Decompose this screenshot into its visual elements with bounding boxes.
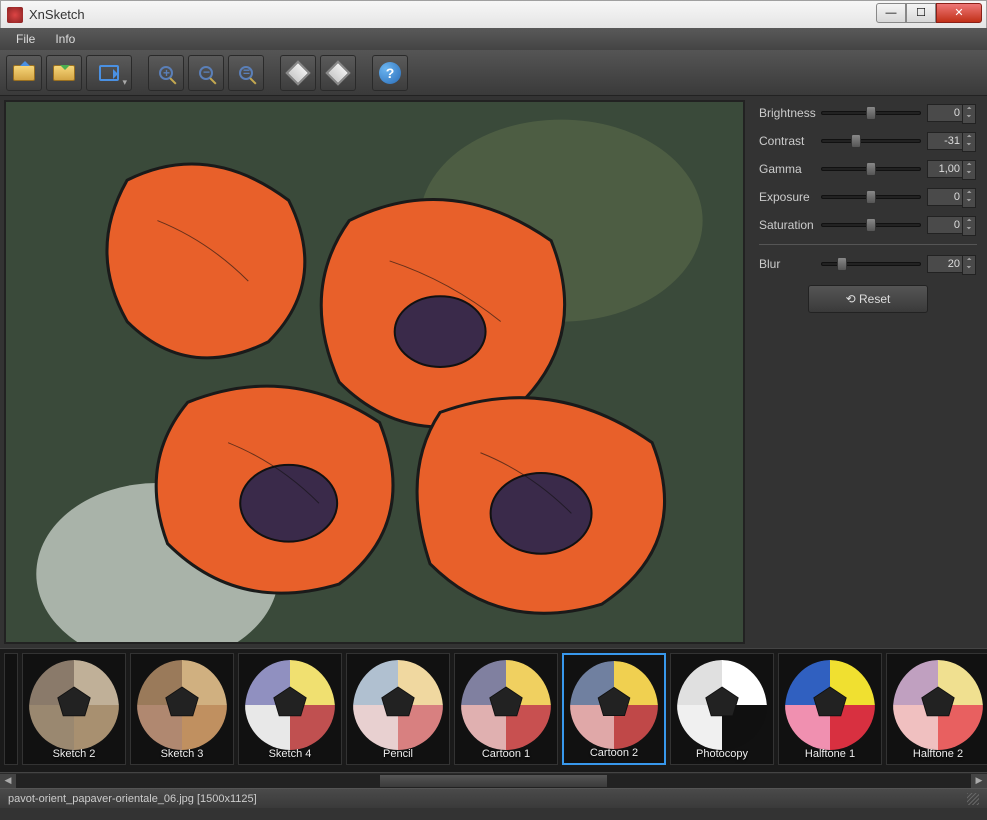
image-canvas[interactable]: [4, 100, 745, 644]
contrast-slider[interactable]: [821, 139, 921, 143]
effect-label: Cartoon 1: [455, 748, 557, 760]
effect-label: Halftone 2: [887, 748, 987, 760]
rotate-left-icon: [285, 60, 310, 85]
exposure-slider[interactable]: [821, 195, 921, 199]
menu-info[interactable]: Info: [45, 30, 85, 48]
brightness-slider[interactable]: [821, 111, 921, 115]
gamma-slider[interactable]: [821, 167, 921, 171]
minimize-button[interactable]: —: [876, 3, 906, 23]
saturation-label: Saturation: [759, 218, 821, 232]
effect-thumb-icon: [245, 660, 335, 758]
menu-file[interactable]: File: [6, 30, 45, 48]
contrast-value[interactable]: -31: [927, 132, 963, 150]
help-icon: ?: [379, 62, 401, 84]
effect-tile-pencil[interactable]: Pencil: [346, 653, 450, 765]
saturation-value[interactable]: 0: [927, 216, 963, 234]
effect-thumb-icon: [137, 660, 227, 758]
window-controls: — ☐ ✕: [876, 3, 982, 23]
effect-tile-halftone-1[interactable]: Halftone 1: [778, 653, 882, 765]
close-button[interactable]: ✕: [936, 3, 982, 23]
saturation-row: Saturation 0: [759, 216, 977, 234]
effect-tile-cartoon-2[interactable]: Cartoon 2: [562, 653, 666, 765]
folder-save-icon: [53, 65, 75, 81]
effects-strip: Sketch 2 Sketch 3 Sketch 4 Pencil Cartoon 1 C…: [0, 648, 987, 788]
effect-thumb-icon: [785, 660, 875, 758]
effect-thumb-icon: [29, 660, 119, 758]
folder-open-icon: [13, 65, 35, 81]
scroll-left-button[interactable]: ◀: [0, 774, 16, 788]
rotate-right-button[interactable]: [320, 55, 356, 91]
effect-tile-sketch-3[interactable]: Sketch 3: [130, 653, 234, 765]
exposure-value[interactable]: 0: [927, 188, 963, 206]
contrast-label: Contrast: [759, 134, 821, 148]
effect-tile-cartoon-1[interactable]: Cartoon 1: [454, 653, 558, 765]
status-text: pavot-orient_papaver-orientale_06.jpg [1…: [8, 793, 257, 805]
panel-divider: [759, 244, 977, 245]
window-title: XnSketch: [29, 7, 876, 22]
effect-label: Cartoon 2: [564, 747, 664, 759]
blur-label: Blur: [759, 257, 821, 271]
save-button[interactable]: [46, 55, 82, 91]
effect-tile-photocopy[interactable]: Photocopy: [670, 653, 774, 765]
brightness-value[interactable]: 0: [927, 104, 963, 122]
zoom-out-button[interactable]: [188, 55, 224, 91]
app-icon: [7, 7, 23, 23]
content-area: Brightness 0 Contrast -31 Gamma 1,00 Exp…: [0, 96, 987, 648]
blur-slider[interactable]: [821, 262, 921, 266]
effects-scrollbar: ◀ ▶: [0, 772, 987, 788]
brightness-label: Brightness: [759, 106, 821, 120]
effect-tile-sketch-4[interactable]: Sketch 4: [238, 653, 342, 765]
effect-thumb-icon: [570, 661, 658, 757]
exposure-row: Exposure 0: [759, 188, 977, 206]
rotate-right-icon: [325, 60, 350, 85]
scroll-right-button[interactable]: ▶: [971, 774, 987, 788]
menu-bar: File Info: [0, 28, 987, 50]
effect-tile-sketch-2[interactable]: Sketch 2: [22, 653, 126, 765]
export-icon: [99, 65, 119, 81]
effect-label: Photocopy: [671, 748, 773, 760]
zoom-out-icon: [199, 66, 213, 80]
exposure-label: Exposure: [759, 190, 821, 204]
gamma-row: Gamma 1,00: [759, 160, 977, 178]
effect-tile-halftone-2[interactable]: Halftone 2: [886, 653, 987, 765]
effect-tile-prev-partial[interactable]: [4, 653, 18, 765]
effects-row: Sketch 2 Sketch 3 Sketch 4 Pencil Cartoon 1 C…: [0, 649, 987, 772]
effect-thumb-icon: [677, 660, 767, 758]
scroll-track[interactable]: [16, 774, 971, 788]
resize-grip[interactable]: [967, 793, 979, 805]
rotate-left-button[interactable]: [280, 55, 316, 91]
effect-label: Pencil: [347, 748, 449, 760]
contrast-row: Contrast -31: [759, 132, 977, 150]
gamma-value[interactable]: 1,00: [927, 160, 963, 178]
zoom-fit-button[interactable]: [228, 55, 264, 91]
effect-label: Sketch 2: [23, 748, 125, 760]
effect-label: Halftone 1: [779, 748, 881, 760]
open-button[interactable]: [6, 55, 42, 91]
zoom-in-icon: [159, 66, 173, 80]
effect-thumb-icon: [461, 660, 551, 758]
maximize-button[interactable]: ☐: [906, 3, 936, 23]
effect-thumb-icon: [353, 660, 443, 758]
gamma-label: Gamma: [759, 162, 821, 176]
zoom-fit-icon: [239, 66, 253, 80]
preview-image: [6, 102, 743, 642]
status-bar: pavot-orient_papaver-orientale_06.jpg [1…: [0, 788, 987, 808]
export-dropdown[interactable]: [86, 55, 132, 91]
toolbar: ?: [0, 50, 987, 96]
scroll-thumb[interactable]: [379, 774, 608, 788]
blur-row: Blur 20: [759, 255, 977, 273]
adjustments-panel: Brightness 0 Contrast -31 Gamma 1,00 Exp…: [749, 96, 987, 648]
reset-button[interactable]: Reset: [808, 285, 928, 313]
blur-value[interactable]: 20: [927, 255, 963, 273]
saturation-slider[interactable]: [821, 223, 921, 227]
brightness-row: Brightness 0: [759, 104, 977, 122]
zoom-in-button[interactable]: [148, 55, 184, 91]
effect-label: Sketch 4: [239, 748, 341, 760]
help-button[interactable]: ?: [372, 55, 408, 91]
effect-thumb-icon: [893, 660, 983, 758]
effect-label: Sketch 3: [131, 748, 233, 760]
window-titlebar: XnSketch — ☐ ✕: [0, 0, 987, 28]
